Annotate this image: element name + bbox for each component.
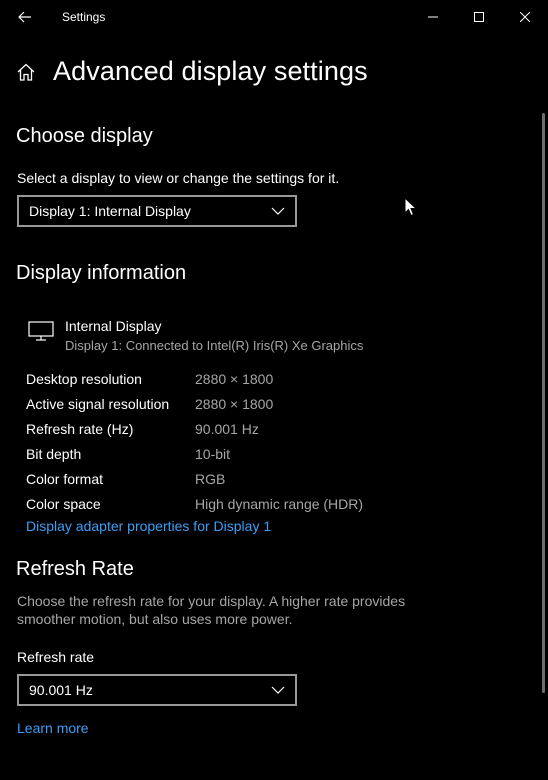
learn-more-link[interactable]: Learn more [17, 720, 89, 736]
title-bar: Settings [0, 0, 548, 33]
back-button[interactable] [0, 0, 50, 33]
close-icon [520, 11, 530, 22]
info-value: 2880 × 1800 [195, 370, 274, 387]
back-arrow-icon [18, 11, 31, 22]
minimize-button[interactable] [410, 0, 456, 33]
display-select-value: Display 1: Internal Display [29, 203, 191, 219]
monitor-info: Internal Display Display 1: Connected to… [28, 318, 363, 353]
choose-display-heading: Choose display [16, 125, 153, 147]
info-value: 10-bit [195, 445, 231, 462]
monitor-icon [28, 321, 54, 343]
chevron-down-icon [271, 685, 285, 695]
chevron-down-icon [271, 206, 285, 216]
scrollbar[interactable] [542, 113, 545, 693]
display-info-table: Desktop resolution 2880 × 1800 Active si… [26, 366, 363, 516]
refresh-rate-field-label: Refresh rate [17, 649, 95, 665]
window-title: Settings [62, 9, 106, 24]
refresh-rate-select-value: 90.001 Hz [29, 682, 93, 698]
maximize-button[interactable] [456, 0, 502, 33]
info-label: Active signal resolution [26, 395, 170, 412]
page-title: Advanced display settings [53, 56, 368, 86]
home-icon [17, 63, 35, 81]
info-label: Bit depth [26, 445, 82, 462]
info-row: Refresh rate (Hz) 90.001 Hz [26, 416, 363, 441]
info-label: Desktop resolution [26, 370, 142, 387]
refresh-rate-select[interactable]: 90.001 Hz [17, 674, 297, 706]
info-value: RGB [195, 470, 226, 487]
display-adapter-properties-link[interactable]: Display adapter properties for Display 1 [26, 518, 271, 534]
choose-display-description: Select a display to view or change the s… [17, 170, 340, 186]
display-select[interactable]: Display 1: Internal Display [17, 195, 297, 227]
monitor-connection: Display 1: Connected to Intel(R) Iris(R)… [65, 338, 364, 353]
mouse-cursor-icon [404, 197, 418, 217]
info-row: Color format RGB [26, 466, 363, 491]
maximize-icon [474, 11, 484, 22]
close-button[interactable] [502, 0, 548, 33]
page-header: Advanced display settings [16, 56, 368, 87]
refresh-rate-heading: Refresh Rate [16, 558, 134, 580]
minimize-icon [428, 16, 438, 17]
info-row: Active signal resolution 2880 × 1800 [26, 391, 363, 416]
info-label: Refresh rate (Hz) [26, 420, 134, 437]
info-label: Color format [26, 470, 104, 487]
home-button[interactable] [16, 61, 38, 83]
info-row: Color space High dynamic range (HDR) [26, 491, 363, 516]
info-value: 90.001 Hz [195, 420, 259, 437]
info-value: 2880 × 1800 [195, 395, 274, 412]
info-row: Bit depth 10-bit [26, 441, 363, 466]
display-information-heading: Display information [16, 262, 187, 284]
info-row: Desktop resolution 2880 × 1800 [26, 366, 363, 391]
monitor-name: Internal Display [65, 318, 162, 334]
info-label: Color space [26, 495, 101, 512]
window-controls [410, 0, 548, 33]
info-value: High dynamic range (HDR) [195, 495, 364, 512]
refresh-rate-description: Choose the refresh rate for your display… [17, 593, 406, 627]
